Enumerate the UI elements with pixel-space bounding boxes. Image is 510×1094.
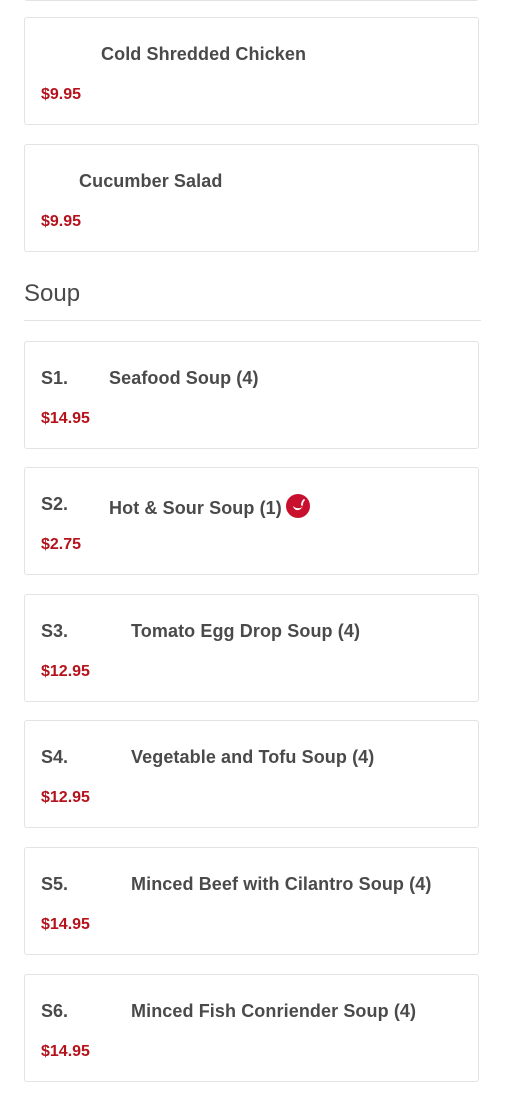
menu-item-card[interactable]: S3. Tomato Egg Drop Soup (4) $12.95 (24, 594, 479, 702)
menu-item-price: $9.95 (41, 213, 82, 230)
menu-item-code: S1. (41, 368, 69, 388)
menu-item-card[interactable]: S4. Vegetable and Tofu Soup (4) $12.95 (24, 720, 479, 828)
menu-item-name-wrap: Hot & Sour Soup (1) (109, 494, 310, 519)
menu-item-price: $14.95 (41, 916, 90, 933)
menu-item-name: Tomato Egg Drop Soup (4) (131, 621, 361, 641)
menu-item-card[interactable]: S1. Seafood Soup (4) $14.95 (24, 341, 479, 449)
menu-item-code: S4. (41, 747, 69, 767)
menu-item-code: S2. (41, 494, 69, 514)
section-divider (24, 320, 481, 321)
menu-item-card-partial[interactable] (24, 0, 479, 1)
menu-item-name: Minced Fish Conriender Soup (4) (131, 1001, 417, 1021)
menu-item-name: Vegetable and Tofu Soup (4) (131, 747, 375, 767)
section-title: Soup (24, 280, 81, 307)
menu-item-name: Minced Beef with Cilantro Soup (4) (131, 874, 432, 894)
menu-item-name: Seafood Soup (4) (109, 368, 259, 388)
menu-item-price: $9.95 (41, 86, 82, 103)
menu-item-card[interactable]: Cucumber Salad $9.95 (24, 144, 479, 252)
menu-item-card[interactable]: S6. Minced Fish Conriender Soup (4) $14.… (24, 974, 479, 1082)
menu-item-price: $2.75 (41, 536, 82, 553)
menu-item-code: S6. (41, 1001, 69, 1021)
menu-item-price: $12.95 (41, 789, 90, 806)
menu-item-code: S3. (41, 621, 69, 641)
menu-item-name: Hot & Sour Soup (1) (109, 498, 282, 518)
menu-item-card[interactable]: Cold Shredded Chicken $9.95 (24, 17, 479, 125)
menu-item-price: $14.95 (41, 1043, 90, 1060)
menu-item-card[interactable]: S2. Hot & Sour Soup (1) $2.75 (24, 467, 479, 575)
menu-item-price: $12.95 (41, 663, 90, 680)
menu-item-card[interactable]: S5. Minced Beef with Cilantro Soup (4) $… (24, 847, 479, 955)
chili-pepper-icon (285, 494, 310, 518)
menu-item-name: Cucumber Salad (79, 171, 223, 191)
menu-item-price: $14.95 (41, 410, 90, 427)
menu-item-code: S5. (41, 874, 69, 894)
menu-item-name: Cold Shredded Chicken (101, 44, 307, 64)
